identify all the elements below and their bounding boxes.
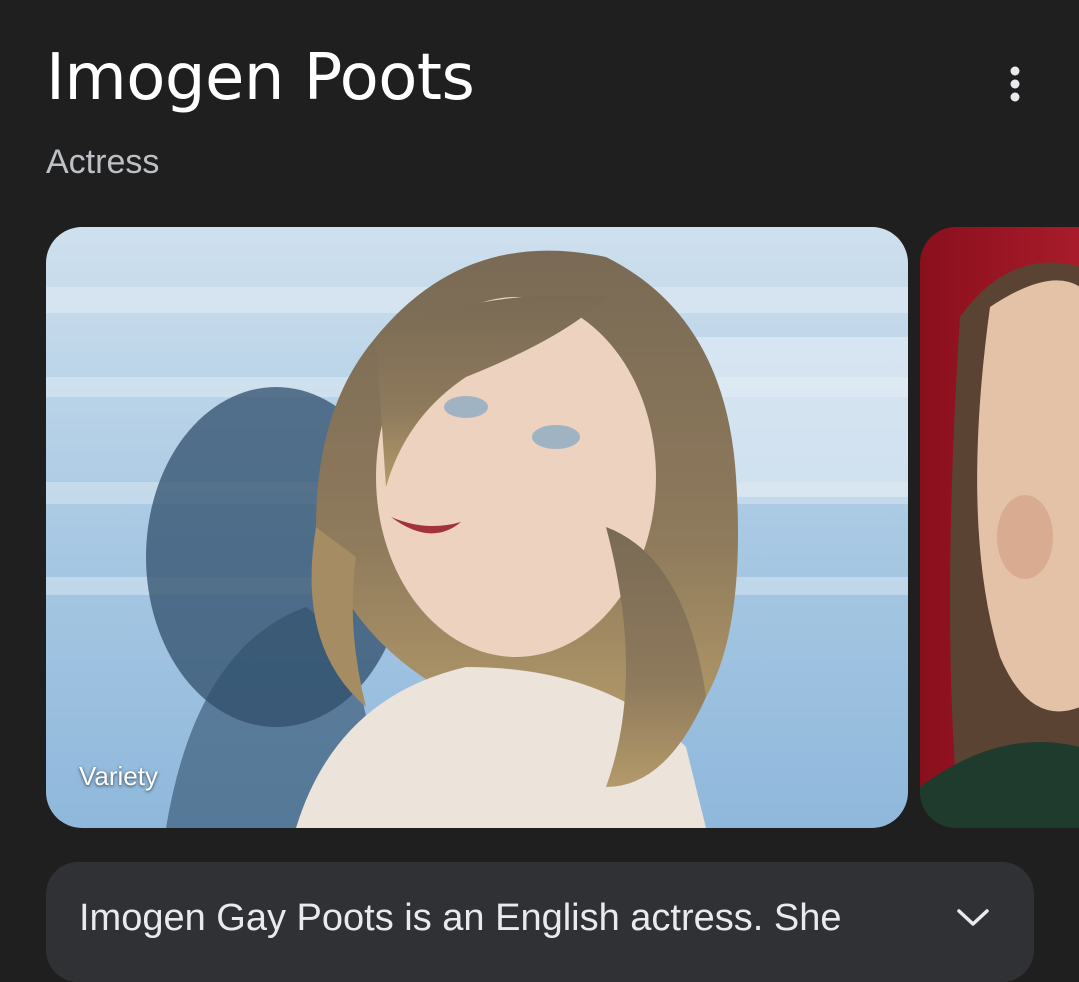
photo-thumbnail <box>920 227 1079 828</box>
page-title: Imogen Poots <box>46 41 475 115</box>
photo-thumbnail <box>46 227 908 828</box>
image-card-1[interactable]: Variety <box>46 227 908 828</box>
image-source-label: Variety <box>79 761 158 791</box>
entity-subtitle: Actress <box>46 143 160 181</box>
description-card[interactable]: Imogen Gay Poots is an English actress. … <box>46 862 1034 982</box>
image-card-2[interactable] <box>920 227 1079 828</box>
chevron-down-icon <box>957 909 989 926</box>
image-carousel[interactable]: Variety <box>46 227 1079 828</box>
expand-description-button[interactable] <box>948 898 998 938</box>
more-options-button[interactable] <box>990 60 1040 108</box>
description-text: Imogen Gay Poots is an English actress. … <box>79 897 842 939</box>
more-vert-icon <box>1010 66 1020 102</box>
